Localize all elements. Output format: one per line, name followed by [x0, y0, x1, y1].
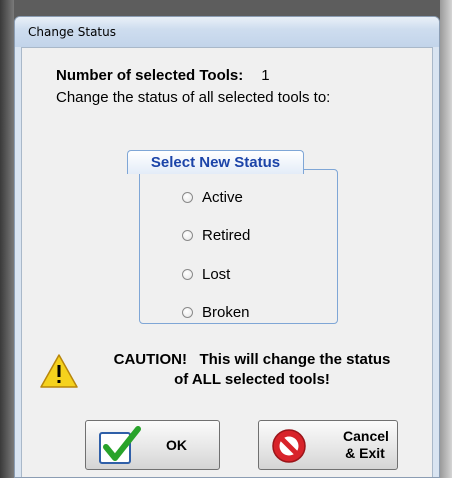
red-prohibited-icon — [272, 429, 306, 463]
selected-count-row: Number of selected Tools: 1 — [56, 67, 270, 84]
instruction-text: Change the status of all selected tools … — [56, 89, 331, 106]
status-option-label: Active — [202, 188, 243, 206]
window-title: Change Status — [28, 25, 116, 39]
cancel-label-line-1: Cancel — [343, 428, 389, 444]
radio-button[interactable] — [182, 191, 193, 203]
cancel-button-label: Cancel & Exit — [343, 428, 389, 462]
radio-button[interactable] — [182, 229, 193, 241]
status-group-title: Select New Status — [127, 150, 304, 174]
cancel-label-line-2: & Exit — [345, 445, 385, 461]
ok-button[interactable]: OK — [85, 420, 220, 470]
selected-count-value: 1 — [261, 67, 270, 84]
background-right-strip — [440, 0, 452, 478]
status-option-label: Retired — [202, 226, 251, 244]
status-option-lost[interactable]: Lost — [182, 264, 230, 284]
status-option-active[interactable]: Active — [182, 187, 243, 207]
green-checkmark-icon — [99, 426, 141, 464]
status-option-retired[interactable]: Retired — [182, 225, 250, 245]
dialog-body: Number of selected Tools: 1 Change the st… — [21, 47, 433, 477]
status-option-label: Broken — [202, 303, 250, 321]
ok-button-label: OK — [166, 437, 187, 453]
title-bar[interactable]: Change Status — [15, 17, 439, 47]
status-option-label: Lost — [202, 265, 231, 283]
radio-button[interactable] — [182, 268, 193, 280]
cancel-exit-button[interactable]: Cancel & Exit — [258, 420, 398, 470]
change-status-dialog: Change Status Number of selected Tools: 1… — [14, 16, 440, 478]
background-left-strip — [0, 0, 14, 478]
warning-icon — [40, 354, 78, 388]
radio-button[interactable] — [182, 306, 193, 318]
caution-line-2: of ALL selected tools! — [174, 371, 330, 388]
caution-message: CAUTION! This will change the status of … — [82, 350, 422, 390]
caution-line-1: CAUTION! This will change the status — [113, 351, 391, 368]
selected-count-label: Number of selected Tools: — [56, 67, 244, 84]
status-option-broken[interactable]: Broken — [182, 302, 250, 322]
